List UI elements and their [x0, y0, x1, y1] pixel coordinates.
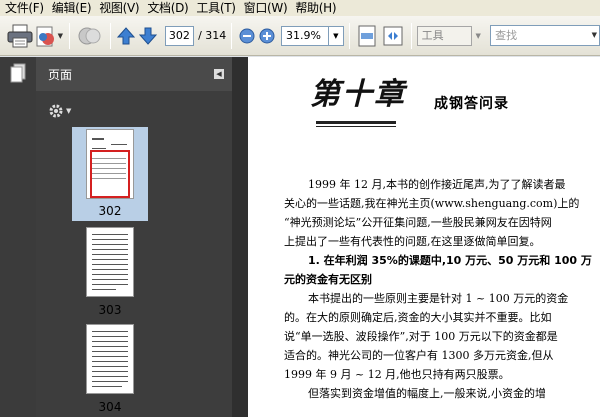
thumbnail-list: 302 303 304 [36, 127, 232, 417]
paragraph-line: 关心的一些话题,我在神光主页(www.shenguang.com)上的 [284, 197, 580, 210]
toolbar: ▼ 302 / 314 31.9% ▼ 工具 ▼ 查找 ▼ [0, 16, 600, 56]
fit-width-icon [383, 26, 403, 45]
zoom-level-input[interactable]: 31.9% [281, 25, 329, 46]
thumbnail-label: 304 [98, 400, 122, 414]
fit-page-icon [358, 25, 376, 46]
pages-panel: 页面 ◀ ▼ 302 303 304 [36, 57, 232, 417]
panel-splitter[interactable] [232, 57, 248, 417]
paragraph-line: 元的资金有无区别 [284, 273, 372, 286]
page-count: / 314 [198, 29, 227, 42]
chapter-rule [316, 121, 396, 124]
toolbar-separator [109, 22, 111, 49]
printer-icon [7, 24, 33, 47]
toolbar-separator [410, 22, 412, 49]
page-thumbnail[interactable] [86, 227, 134, 297]
previous-page-button[interactable] [116, 21, 138, 51]
paragraph-line: 的。在大的原则确定后,资金的大小其实并不重要。比如 [284, 311, 552, 324]
pages-icon [10, 63, 26, 83]
panel-options-button[interactable]: ▼ [48, 103, 71, 119]
menu-bar: 文件(F) 编辑(E) 视图(V) 文档(D) 工具(T) 窗口(W) 帮助(H… [0, 0, 600, 16]
zoom-in-button[interactable] [257, 21, 277, 51]
chapter-heading: 第十章 [310, 77, 406, 112]
zoom-in-icon [259, 28, 275, 43]
paragraph: 但落实到资金增值的幅度上,一般来说,小资金的增 [284, 384, 584, 403]
paragraph-line: 1999 年 12 月,本书的创作接近尾声,为了了解读者最 [308, 178, 566, 191]
paragraph-line: 上提出了一些有代表性的问题,在这里逐做简单回复。 [284, 235, 541, 248]
page-thumbnail[interactable] [86, 324, 134, 394]
navigation-strip [0, 57, 36, 417]
collapse-panel-button[interactable]: ◀ [214, 69, 224, 79]
fit-page-button[interactable] [355, 21, 381, 51]
arrow-up-icon [117, 26, 136, 44]
search-input[interactable]: 查找 ▼ [490, 25, 600, 46]
toolbar-separator [348, 22, 350, 49]
page-number-input[interactable]: 302 [164, 25, 195, 46]
paragraph-line: 说“单一选股、波段操作”,对于 100 万元以下的资金都是 [284, 330, 558, 343]
chapter-rule [316, 126, 396, 127]
arrow-down-icon [139, 27, 158, 45]
thumbnail-label: 303 [98, 303, 122, 317]
page-thumbnail[interactable] [86, 129, 134, 199]
attach-dropdown-icon[interactable]: ▼ [58, 32, 63, 40]
menu-window[interactable]: 窗口(W) [241, 0, 293, 16]
chevron-down-icon: ▼ [66, 107, 72, 115]
pages-panel-button[interactable] [10, 63, 26, 86]
menu-document[interactable]: 文档(D) [144, 0, 193, 16]
search-placeholder: 查找 [495, 29, 518, 42]
chevron-left-icon: ◀ [216, 70, 222, 78]
chapter-title: 成钢答问录 [434, 96, 509, 112]
tools-dropdown-icon[interactable]: ▼ [472, 26, 485, 46]
toolbar-separator [69, 22, 71, 49]
paragraph: 1999 年 12 月,本书的创作接近尾声,为了了解读者最 关心的一些话题,我在… [284, 175, 584, 251]
paragraph: 本书提出的一些原则主要是针对 1 ~ 100 万元的资金 的。在大的原则确定后,… [284, 289, 584, 384]
paragraph-line: 但落实到资金增值的幅度上,一般来说,小资金的增 [308, 387, 546, 400]
menu-help[interactable]: 帮助(H) [292, 0, 341, 16]
menu-view[interactable]: 视图(V) [96, 0, 144, 16]
zoom-dropdown-icon[interactable]: ▼ [328, 25, 344, 46]
question-heading: 1. 在年利润 35%的课题中,10 万元、50 万元和 100 万 元的资金有… [284, 251, 592, 289]
search-dropdown-icon[interactable]: ▼ [592, 26, 597, 45]
collaborate-button[interactable] [75, 21, 104, 51]
tools-dropdown[interactable]: 工具 [416, 25, 472, 46]
document-page: 第十章 成钢答问录 1999 年 12 月,本书的创作接近尾声,为了了解读者最 … [248, 57, 600, 417]
paragraph-line: 1999 年 9 月 ~ 12 月,他也只持有两只股票。 [284, 368, 510, 381]
collaborate-icon [78, 27, 101, 44]
zoom-out-button[interactable] [237, 21, 257, 51]
menu-tools[interactable]: 工具(T) [193, 0, 240, 16]
thumbnail-label: 302 [98, 204, 122, 218]
next-page-button[interactable] [137, 21, 159, 51]
paragraph-line: 本书提出的一些原则主要是针对 1 ~ 100 万元的资金 [308, 292, 569, 305]
menu-edit[interactable]: 编辑(E) [49, 0, 96, 16]
toolbar-separator [231, 22, 233, 49]
print-button[interactable] [6, 21, 33, 51]
fit-width-button[interactable] [380, 21, 406, 51]
paragraph-line: “神光预测论坛”公开征集问题,一些股民兼网友在因特网 [284, 216, 552, 229]
panel-header: 页面 ◀ [36, 57, 232, 91]
document-share-icon [36, 26, 54, 46]
paragraph-line: 1. 在年利润 35%的课题中,10 万元、50 万元和 100 万 [308, 254, 592, 267]
panel-title: 页面 [48, 67, 73, 82]
gear-icon [49, 104, 63, 118]
paragraph-line: 适合的。神光公司的一位客户有 1300 多万元资金,但从 [284, 349, 554, 362]
attach-button[interactable]: ▼ [33, 21, 64, 51]
menu-file[interactable]: 文件(F) [2, 0, 49, 16]
zoom-out-icon [239, 28, 255, 43]
